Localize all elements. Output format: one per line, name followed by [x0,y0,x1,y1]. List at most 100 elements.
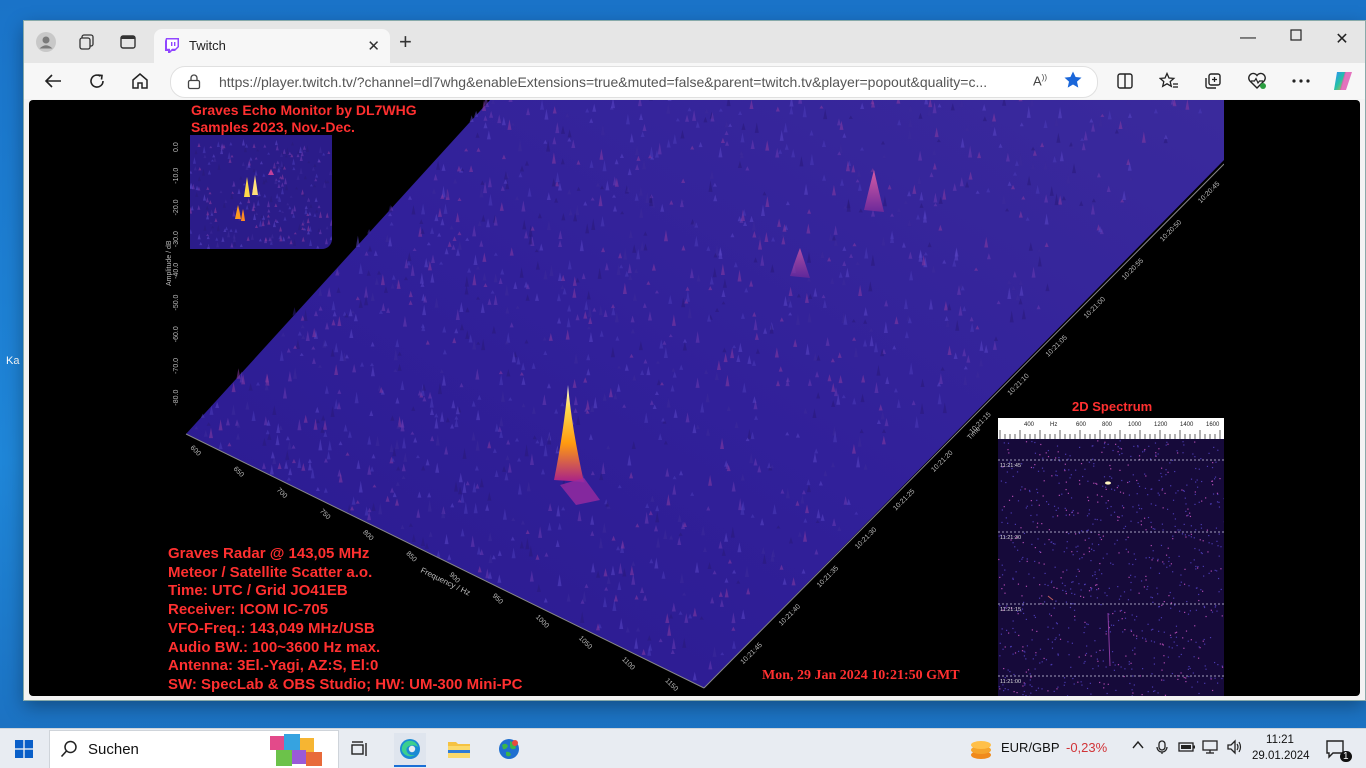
start-button[interactable] [8,733,40,765]
clock-time: 11:21 [1266,734,1294,746]
frequency-tick-label: 1150 [663,677,679,693]
stream-title: Graves Echo Monitor by DL7WHG [191,102,417,118]
tab-title: Twitch [189,38,226,53]
info-line-3: Time: UTC / Grid JO41EB [168,582,348,600]
frequency-tick-label: 800 [361,529,374,542]
inset-history-plot [190,135,332,249]
meet-now-icon[interactable] [1155,739,1171,758]
amplitude-tick-label: -20.0 [173,199,180,215]
amplitude-tick-label: -10.0 [173,168,180,184]
collections-tabs-icon[interactable] [76,31,98,53]
system-clock[interactable]: 11:21 29.01.2024 [1252,732,1310,764]
amplitude-axis-label: Amplitude / dB [166,240,173,286]
info-line-5: VFO-Freq.: 143,049 MHz/USB [168,619,375,637]
search-highlight-icon [266,732,330,768]
tab-bar: Twitch ✕ + — ✕ [24,21,1365,63]
maximize-button[interactable] [1286,28,1306,46]
amplitude-tick-label: -60.0 [173,326,180,342]
info-line-1: Graves Radar @ 143,05 MHz [168,545,370,562]
info-line-7: Antenna: 3El.-Yagi, AZ:S, El:0 [168,657,379,675]
search-placeholder: Suchen [88,741,139,758]
read-aloud-icon[interactable]: A)) [1033,73,1047,88]
video-player[interactable]: 0.0 -10.0 -20.0 -30.0 -40.0 -50.0 -60.0 -70.0 -8… [164,100,1224,696]
spectrum-freq-tick-label: 1200 [1154,422,1168,428]
frequency-tick-label: 600 [189,444,202,457]
globe-app-icon[interactable] [493,733,525,765]
clock-date: 29.01.2024 [1252,750,1310,762]
info-block: Graves Radar @ 143,05 MHz Meteor / Satel… [168,545,522,695]
timestamp: Mon, 29 Jan 2024 10:21:50 GMT [762,668,960,683]
back-icon[interactable] [42,70,64,92]
spectrum-freq-tick-label: 400 [1024,422,1035,428]
file-explorer-icon[interactable] [443,733,475,765]
time-tick-label: 10:20:50 [1159,219,1183,243]
tab-twitch[interactable]: Twitch ✕ [154,29,390,63]
stream-subtitle: Samples 2023, Nov.-Dec. [191,119,355,135]
spectrum-freq-tick-label: 800 [1102,422,1113,428]
spectrum-freq-tick-label: 600 [1076,422,1087,428]
address-bar[interactable]: https://player.twitch.tv/?channel=dl7whg… [170,66,1098,98]
amplitude-tick-label: -50.0 [173,294,180,310]
frequency-tick-label: 1100 [620,656,636,672]
info-line-6: Audio BW.: 100~3600 Hz max. [168,638,381,656]
refresh-icon[interactable] [86,70,108,92]
notification-count: 1 [1340,751,1352,762]
battery-icon[interactable] [1178,740,1196,757]
info-line-8: SW: SpecLab & OBS Studio; HW: UM-300 Min… [168,675,523,693]
spectrum-time-label: 11:21:45 [1000,463,1021,469]
amplitude-tick-label: -70.0 [173,358,180,374]
favorites-icon[interactable] [1158,70,1180,92]
frequency-tick-label: 650 [232,466,245,479]
minimize-button[interactable]: — [1238,29,1258,47]
spectrum-title: 2D Spectrum [1072,399,1153,414]
time-tick-label: 10:20:45 [1197,181,1221,205]
notification-center-icon[interactable]: 1 [1320,733,1352,765]
search-icon [60,740,78,763]
frequency-tick-label: 700 [275,487,288,500]
page-content: 0.0 -10.0 -20.0 -30.0 -40.0 -50.0 -60.0 -70.0 -8… [29,100,1360,696]
collections-icon[interactable] [1202,70,1224,92]
close-window-button[interactable]: ✕ [1332,29,1352,49]
navigation-bar: https://player.twitch.tv/?channel=dl7whg… [24,63,1365,99]
spectrum-freq-tick-label: 1000 [1128,422,1142,428]
spectrum-freq-tick-label: 1600 [1206,422,1220,428]
browser-window: Twitch ✕ + — ✕ https://player.twitch.tv/… [24,21,1365,700]
edge-taskbar-icon[interactable] [394,733,426,767]
volume-icon[interactable] [1226,739,1244,758]
copilot-icon[interactable] [1330,68,1356,94]
spectrum-time-label: 11:21:30 [1000,535,1021,541]
split-screen-icon[interactable] [1114,70,1136,92]
frequency-tick-label: 750 [318,508,331,521]
amplitude-tick-label: -30.0 [173,231,180,247]
info-line-4: Receiver: ICOM IC-705 [168,601,329,619]
taskbar-search[interactable]: Suchen [49,730,339,768]
more-options-icon[interactable] [1290,70,1312,92]
browser-essentials-icon[interactable] [1246,70,1268,92]
ticker-change[interactable]: -0,23% [1066,740,1107,755]
lock-icon[interactable] [187,74,201,95]
amplitude-axis: 0.0 -10.0 -20.0 -30.0 -40.0 -50.0 -60.0 -70.0 -8… [173,142,180,405]
profile-icon[interactable] [35,31,57,53]
show-hidden-icons-icon[interactable] [1131,738,1145,755]
ticker-symbol[interactable]: EUR/GBP [1001,740,1060,755]
spectrum-freq-tick-label: Hz [1050,422,1057,428]
frequency-tick-label: 1050 [577,635,593,651]
spectrum-time-label: 11:21:15 [1000,607,1021,613]
amplitude-tick-label: -80.0 [173,390,180,406]
close-tab-icon[interactable]: ✕ [367,37,380,55]
spectrum-time-label: 11:21:00 [1000,679,1021,685]
desktop-icon-label[interactable]: Ka [6,355,19,367]
new-tab-button[interactable]: + [399,31,412,53]
time-tick-label: 10:20:55 [1121,257,1145,281]
task-view-icon[interactable] [344,733,376,765]
amplitude-tick-label: 0.0 [173,142,180,152]
amplitude-tick-label: -40.0 [173,263,180,279]
spectrum-freq-tick-label: 1400 [1180,422,1194,428]
favorite-star-icon[interactable] [1063,70,1083,95]
network-icon[interactable] [1202,739,1220,758]
market-ticker-icon[interactable] [965,733,997,765]
home-icon[interactable] [129,70,151,92]
vertical-tabs-icon[interactable] [117,31,139,53]
twitch-logo-icon [165,38,179,58]
url-text[interactable]: https://player.twitch.tv/?channel=dl7whg… [219,74,1019,90]
